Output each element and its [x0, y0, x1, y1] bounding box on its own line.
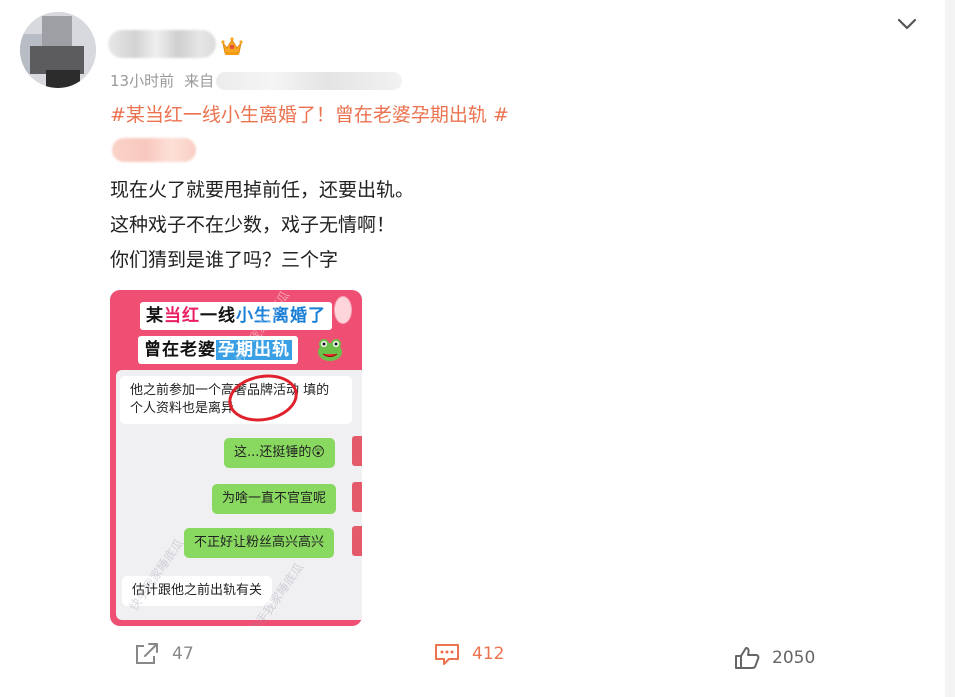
post-image[interactable]: 某当红一线小生离婚了 曾在老婆 孕期出轨 快手我家睡底瓜 他之前参加一个高奢品牌活… — [110, 290, 362, 626]
post-text-line: 这种戏子不在少数，戏子无情啊！ — [110, 214, 396, 236]
crown-icon — [221, 37, 243, 55]
chat-bubble: 这...还挺锤的😲 — [224, 438, 335, 468]
like-count: 2050 — [772, 648, 816, 668]
avatar[interactable] — [20, 12, 96, 88]
mention-blurred[interactable] — [112, 138, 196, 162]
image-title-line: 某当红一线小生离婚了 — [140, 302, 332, 330]
share-button[interactable]: 47 — [134, 642, 194, 666]
chat-avatar — [352, 482, 362, 512]
post-source-blurred — [216, 71, 403, 90]
post-text-line: 你们猜到是谁了吗？三个字 — [110, 249, 339, 271]
like-icon — [735, 647, 760, 669]
post-time: 13小时前 — [110, 72, 175, 90]
comment-count: 412 — [472, 644, 505, 664]
chat-avatar — [352, 436, 362, 466]
chevron-down-icon[interactable] — [897, 16, 917, 32]
share-count: 47 — [172, 644, 194, 664]
post-meta: 13小时前 来自 — [110, 70, 403, 91]
post-from-label: 来自 — [184, 72, 215, 90]
username-blurred[interactable] — [108, 30, 216, 58]
like-button[interactable]: 2050 — [734, 646, 815, 670]
balloon-icon — [334, 296, 352, 324]
frog-icon — [318, 339, 342, 361]
chat-avatar — [352, 526, 362, 556]
chat-bubble: 不正好让粉丝高兴高兴 — [184, 528, 335, 558]
comment-icon — [435, 644, 459, 665]
scrollbar[interactable] — [945, 0, 955, 697]
topic-link[interactable]: #某当红一线小生离婚了！曾在老婆孕期出轨 # — [110, 100, 509, 127]
chat-screenshot: 他之前参加一个高奢品牌活动 填的个人资料也是离异 这...还挺锤的😲 为啥一直不… — [116, 369, 362, 626]
image-title-line: 曾在老婆 孕期出轨 — [138, 336, 298, 364]
chat-bubble: 为啥一直不官宣呢 — [212, 484, 337, 514]
post-text-line: 现在火了就要甩掉前任，还要出轨。 — [110, 179, 415, 201]
comment-button[interactable]: 412 — [434, 642, 504, 666]
share-icon — [136, 643, 158, 664]
